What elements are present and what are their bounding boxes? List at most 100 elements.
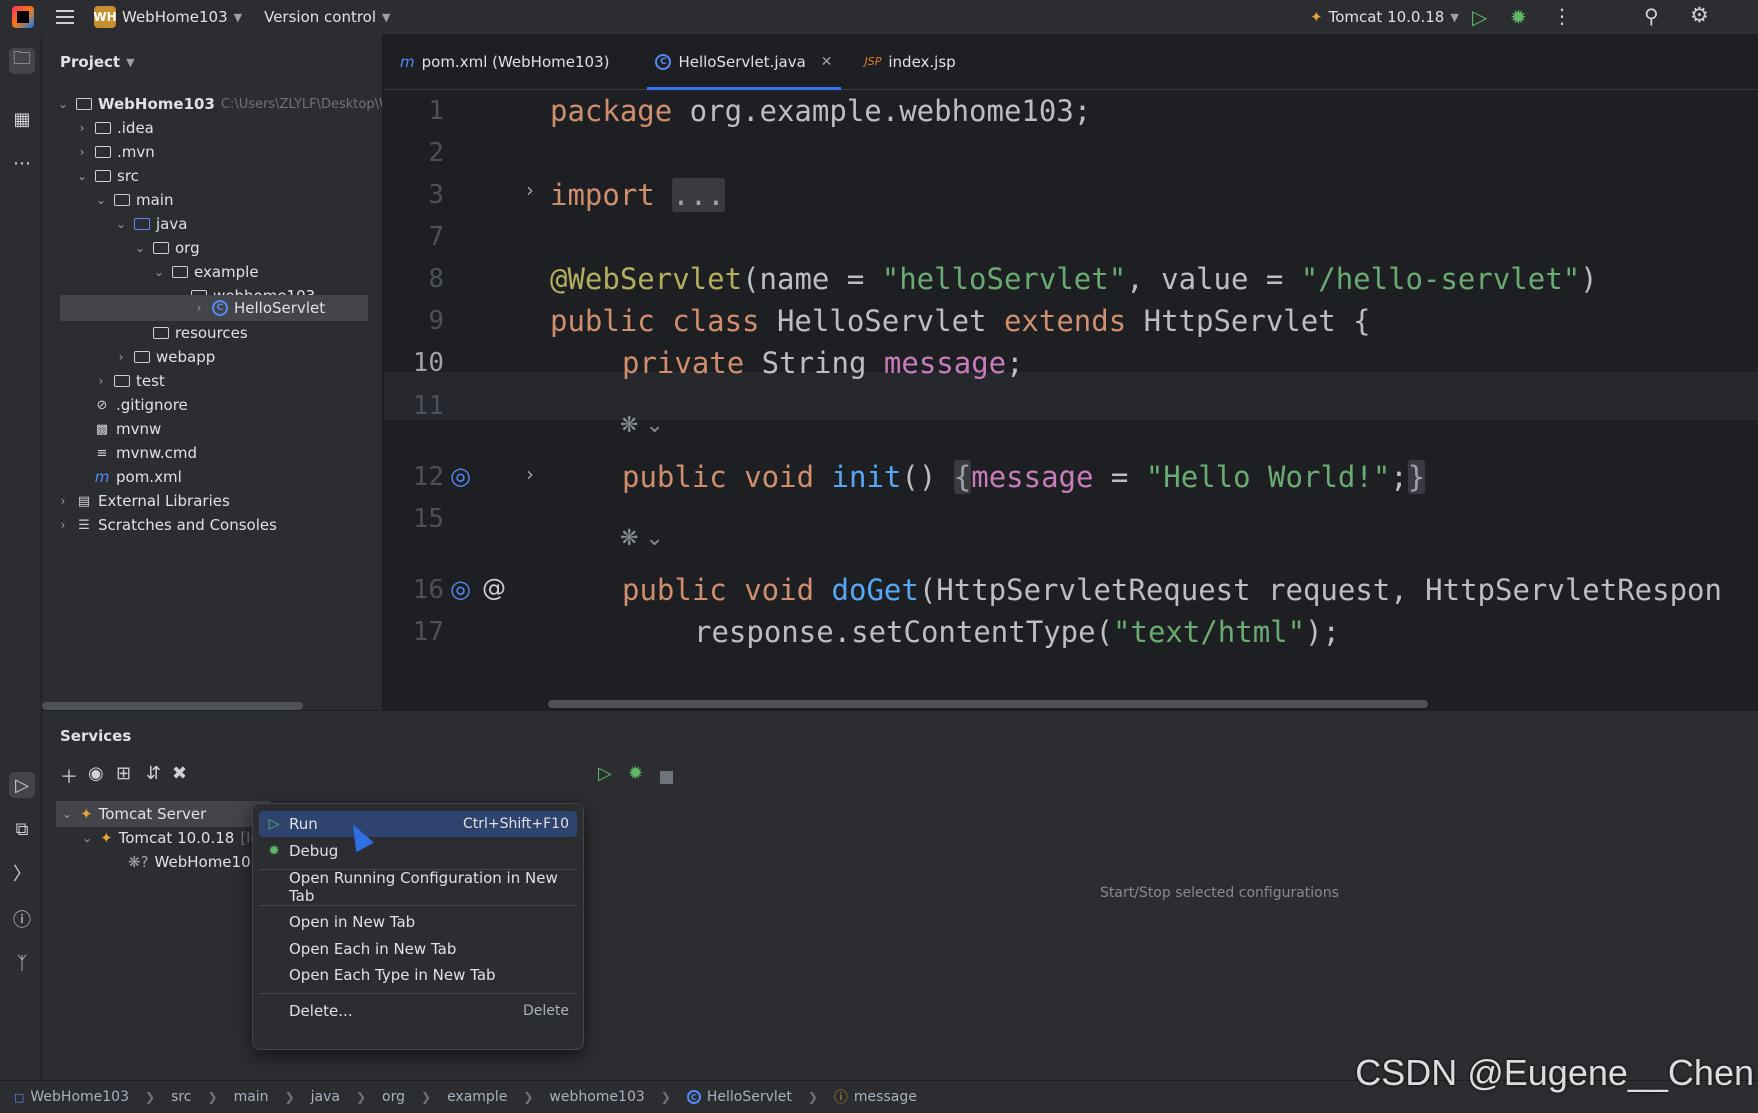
- tree-item-main[interactable]: ⌄ main: [94, 187, 174, 213]
- main-menu-icon[interactable]: [56, 10, 74, 24]
- service-tomcat-10[interactable]: ⌄ ✦ Tomcat 10.0.18 [loc: [80, 825, 268, 851]
- menu-item-debug[interactable]: ✹ Debug: [259, 838, 577, 864]
- menu-item-run[interactable]: ▷ Run Ctrl+Shift+F10: [259, 811, 577, 837]
- tab-helloservlet-java[interactable]: C HelloServlet.java ✕: [639, 34, 848, 90]
- expand-arrow-icon[interactable]: ›: [192, 301, 206, 315]
- chevron-down-icon: ▼: [233, 10, 243, 24]
- tree-item-webhome103[interactable]: ⌄ WebHome103 C:\Users\ZLYLF\Desktop\W: [56, 91, 382, 117]
- project-switcher[interactable]: WH WebHome103 ▼: [93, 0, 243, 34]
- expand-arrow-icon[interactable]: ⌄: [75, 169, 89, 183]
- more-tools-icon[interactable]: ⋯: [9, 150, 35, 176]
- expand-arrow-icon[interactable]: ⌄: [80, 831, 94, 845]
- run-icon[interactable]: ▷: [1472, 5, 1487, 29]
- expand-arrow-icon[interactable]: ›: [114, 350, 128, 364]
- services-icon[interactable]: ▷: [9, 772, 35, 798]
- tree-item-test[interactable]: › test: [94, 368, 165, 394]
- expand-arrow-icon[interactable]: ⌄: [133, 241, 147, 255]
- problems-icon[interactable]: ⓘ: [9, 906, 35, 932]
- add-service-icon[interactable]: ＋: [60, 763, 78, 789]
- collapse-all-icon[interactable]: ✖: [172, 763, 187, 784]
- tab-pom-xml[interactable]: m pom.xml (WebHome103): [384, 34, 625, 90]
- tree-item-org[interactable]: ⌄ org: [133, 235, 200, 261]
- more-actions-icon[interactable]: ⋮: [1552, 4, 1572, 28]
- breadcrumb-item[interactable]: main: [234, 1089, 269, 1105]
- expand-arrow-icon[interactable]: ⌄: [94, 193, 108, 207]
- tree-item-mvn[interactable]: › .mvn: [75, 139, 155, 165]
- new-group-icon[interactable]: ⊞: [116, 763, 131, 784]
- tree-item-idea[interactable]: › .idea: [75, 115, 154, 141]
- folded-imports[interactable]: ...: [672, 178, 725, 212]
- tree-item-mvnw-cmd[interactable]: ≡ mvnw.cmd: [94, 440, 198, 466]
- expand-arrow-icon[interactable]: ⌄: [56, 97, 70, 111]
- tree-item-java[interactable]: ⌄ java: [114, 211, 187, 237]
- search-icon[interactable]: ⚲: [1644, 4, 1659, 28]
- service-tomcat-server[interactable]: ⌄ ✦ Tomcat Server: [56, 801, 270, 827]
- expand-all-icon[interactable]: ⇵: [146, 763, 161, 784]
- view-options-eye-icon[interactable]: ◉: [88, 763, 104, 784]
- code-line-1: package org.example.webhome103;: [550, 94, 1092, 128]
- services-empty-hint: Start/Stop selected configurations: [1100, 885, 1339, 901]
- artifact-icon: ❋?: [128, 853, 149, 871]
- vcs-widget[interactable]: Version control ▼: [264, 0, 390, 34]
- project-horizontal-scrollbar[interactable]: [42, 702, 303, 710]
- expand-arrow-icon[interactable]: ›: [75, 121, 89, 135]
- fold-arrow-icon[interactable]: ›: [526, 462, 534, 486]
- expand-arrow-icon[interactable]: ⌄: [60, 807, 74, 821]
- menu-item-open-in-new-tab[interactable]: Open in New Tab: [259, 909, 577, 935]
- tree-item-helloservlet[interactable]: › C HelloServlet: [60, 295, 368, 321]
- close-icon[interactable]: ✕: [821, 54, 833, 70]
- override-method-icon[interactable]: ◎: [450, 575, 471, 603]
- breadcrumb-item[interactable]: src: [171, 1089, 191, 1105]
- intellij-logo-icon[interactable]: [12, 6, 34, 28]
- project-folder-icon[interactable]: 🗀: [9, 48, 35, 74]
- fold-arrow-icon[interactable]: ›: [526, 178, 534, 202]
- ai-assistant-inlay-icon[interactable]: ❋ ⌄: [620, 526, 664, 551]
- breadcrumb-item[interactable]: org: [382, 1089, 405, 1105]
- breadcrumb-item[interactable]: java: [311, 1089, 340, 1105]
- menu-item-open-each-type[interactable]: Open Each Type in New Tab: [259, 962, 577, 988]
- breadcrumb-item[interactable]: webhome103: [549, 1089, 644, 1105]
- override-method-icon[interactable]: ◎: [450, 462, 471, 490]
- code-editor[interactable]: 1 2 3 7 8 9 10 11 12 15 16 17 ◎ ◎ @ › › …: [384, 90, 1758, 710]
- structure-icon[interactable]: ▦: [9, 106, 35, 132]
- tab-index-jsp[interactable]: JSP index.jsp: [849, 34, 972, 90]
- terminal-icon[interactable]: 〉: [9, 860, 35, 886]
- build-hammer-icon[interactable]: ⧉: [9, 816, 35, 842]
- project-panel-header[interactable]: Project ▼: [42, 34, 382, 90]
- at-annotation-icon[interactable]: @: [482, 574, 506, 602]
- tree-item-pom-xml[interactable]: m pom.xml: [94, 464, 182, 490]
- menu-item-open-running-config[interactable]: Open Running Configuration in New Tab: [259, 869, 577, 905]
- stop-icon[interactable]: [660, 768, 673, 789]
- breadcrumb-item[interactable]: HelloServlet: [707, 1089, 792, 1105]
- menu-item-delete[interactable]: Delete... Delete: [259, 998, 577, 1024]
- expand-arrow-icon[interactable]: ›: [75, 145, 89, 159]
- tree-item-scratches[interactable]: › ☰ Scratches and Consoles: [56, 512, 277, 538]
- breadcrumb-item[interactable]: WebHome103: [30, 1089, 129, 1105]
- run-icon[interactable]: ▷: [598, 763, 612, 784]
- breadcrumb-item[interactable]: example: [447, 1089, 507, 1105]
- expand-arrow-icon[interactable]: ›: [94, 374, 108, 388]
- debug-icon[interactable]: ✹: [1510, 5, 1527, 29]
- tree-item-webapp[interactable]: › webapp: [114, 344, 216, 370]
- menu-item-open-each-in-new-tab[interactable]: Open Each in New Tab: [259, 936, 577, 962]
- tree-item-external-libraries[interactable]: › ▤ External Libraries: [56, 488, 230, 514]
- tree-item-example[interactable]: ⌄ example: [152, 259, 259, 285]
- expand-arrow-icon[interactable]: ›: [56, 518, 70, 532]
- debug-icon[interactable]: ✹: [628, 763, 643, 784]
- ai-assistant-inlay-icon[interactable]: ❋ ⌄: [620, 413, 664, 438]
- run-config-selector[interactable]: ✦ Tomcat 10.0.18 ▼: [1310, 0, 1459, 34]
- breadcrumb-item[interactable]: message: [854, 1089, 917, 1105]
- git-branch-icon[interactable]: ᛉ: [9, 950, 35, 976]
- settings-gear-icon[interactable]: ⚙: [1690, 3, 1709, 27]
- tree-item-resources[interactable]: resources: [133, 320, 248, 346]
- editor-horizontal-scrollbar[interactable]: [548, 700, 1428, 708]
- line-number: 2: [428, 138, 444, 168]
- expand-arrow-icon[interactable]: ⌄: [114, 217, 128, 231]
- tree-item-src[interactable]: ⌄ src: [75, 163, 139, 189]
- tree-item-mvnw[interactable]: ▩ mvnw: [94, 416, 161, 442]
- expand-arrow-icon[interactable]: ⌄: [152, 265, 166, 279]
- code-line-16: public void doGet(HttpServletRequest req…: [622, 573, 1722, 607]
- tree-item-gitignore[interactable]: ⊘ .gitignore: [94, 392, 188, 418]
- service-artifact-webhome[interactable]: ❋? WebHome10: [128, 849, 251, 875]
- expand-arrow-icon[interactable]: ›: [56, 494, 70, 508]
